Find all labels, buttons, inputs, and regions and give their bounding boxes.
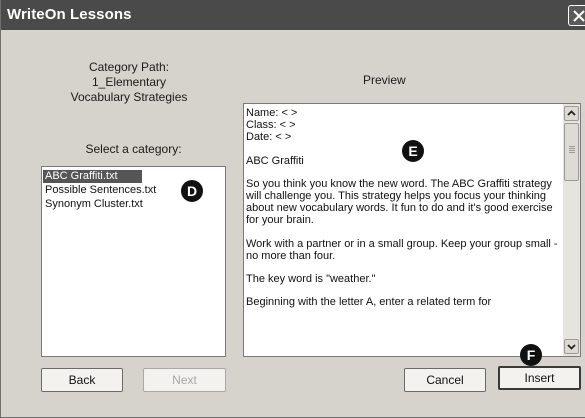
category-path: Category Path: 1_Elementary Vocabulary S… — [31, 60, 227, 105]
list-item-synonym-cluster[interactable]: Synonym Cluster.txt — [43, 198, 143, 211]
category-path-label: Category Path: — [88, 60, 170, 74]
preview-label: Preview — [363, 73, 406, 87]
list-item-possible-sentences[interactable]: Possible Sentences.txt — [43, 184, 156, 197]
title-bar: WriteOn Lessons — [1, 0, 585, 30]
scroll-up-button[interactable] — [564, 106, 579, 121]
category-path-line-1: 1_Elementary — [91, 75, 167, 89]
close-icon — [573, 10, 585, 22]
scroll-thumb[interactable] — [564, 123, 579, 181]
preview-paragraph: The key word is "weather." — [246, 273, 376, 286]
arrow-down-icon — [567, 344, 576, 350]
scroll-down-button[interactable] — [564, 339, 579, 354]
select-category-label: Select a category: — [85, 142, 182, 156]
close-button[interactable] — [568, 5, 585, 26]
preview-line: Date: < > — [246, 131, 292, 144]
preview-paragraph: So you think you know the new word. The … — [246, 177, 553, 227]
preview-paragraph: Beginning with the letter A, enter a rel… — [246, 296, 492, 309]
preview-line: Class: < > — [246, 119, 296, 132]
list-item-abc-graffiti[interactable]: ABC Graffiti.txt — [43, 170, 142, 183]
preview-text: Name: < > Class: < > Date: < > ABC Graff… — [246, 107, 562, 319]
preview-scrollbar[interactable] — [563, 104, 580, 356]
window-title: WriteOn Lessons — [7, 6, 132, 23]
preview-line: Name: < > — [246, 107, 298, 119]
preview-paragraph: Work with a partner or in a small group.… — [246, 237, 558, 262]
next-button[interactable]: Next — [143, 368, 226, 392]
back-button[interactable]: Back — [41, 368, 123, 392]
grip-icon — [569, 146, 575, 147]
callout-e: E — [402, 140, 424, 162]
dialog-window: WriteOn Lessons Category Path: 1_Element… — [0, 0, 585, 418]
insert-button[interactable]: Insert — [498, 366, 581, 390]
arrow-up-icon — [567, 110, 576, 116]
category-path-line-2: Vocabulary Strategies — [70, 90, 188, 104]
callout-d: D — [181, 180, 203, 202]
callout-f: F — [520, 344, 542, 366]
cancel-button[interactable]: Cancel — [404, 368, 486, 392]
